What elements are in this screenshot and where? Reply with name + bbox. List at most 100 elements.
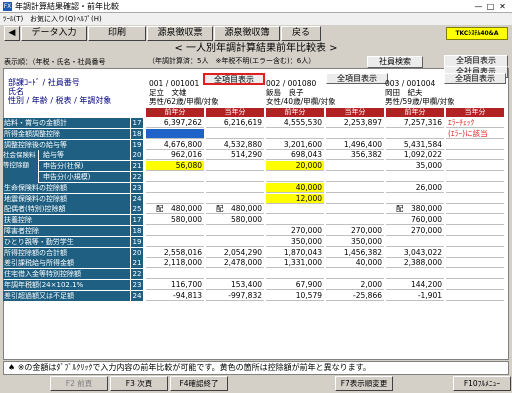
f2-prev-page-button[interactable]: F2 前頁: [50, 376, 108, 391]
table-cell[interactable]: [266, 215, 324, 226]
table-cell[interactable]: 35,000: [386, 161, 444, 172]
table-cell[interactable]: 2,000: [326, 280, 384, 290]
table-cell[interactable]: 4,676,800: [146, 140, 204, 150]
table-cell[interactable]: [326, 215, 384, 226]
employee-search-button[interactable]: 社員検索: [367, 56, 423, 68]
table-cell[interactable]: [326, 172, 384, 182]
row-label[interactable]: ひとり親等・勤労学生: [3, 236, 130, 247]
row-label[interactable]: 地震保険料の控除額: [3, 193, 130, 204]
table-cell[interactable]: [146, 269, 204, 280]
table-cell[interactable]: 56,080: [146, 161, 204, 172]
back-button[interactable]: 戻る: [281, 26, 321, 41]
row-label[interactable]: 生命保険料の控除額: [3, 182, 130, 193]
table-cell[interactable]: 698,043: [266, 150, 324, 161]
emp3-all-items-button[interactable]: 全項目表示: [444, 73, 506, 84]
emp1-all-items-button[interactable]: 全項目表示: [203, 73, 265, 85]
emp2-all-items-button[interactable]: 全項目表示: [326, 73, 388, 84]
menu-help[interactable]: ﾍﾙﾌﾟ(H): [77, 14, 102, 24]
table-cell[interactable]: [146, 237, 204, 247]
table-cell[interactable]: [266, 172, 324, 182]
menu-tools[interactable]: ﾂｰﾙ(T): [3, 14, 23, 24]
table-cell[interactable]: 350,000: [266, 237, 324, 247]
table-cell[interactable]: 67,900: [266, 280, 324, 290]
f10-full-menu-button[interactable]: F10ﾌﾙﾒﾆｭｰ: [453, 376, 511, 391]
table-cell[interactable]: 2,558,016: [146, 248, 204, 258]
table-cell[interactable]: 7,257,316: [386, 118, 444, 128]
table-cell[interactable]: 3,201,600: [266, 140, 324, 150]
table-cell[interactable]: [206, 183, 264, 193]
table-cell[interactable]: 4,532,880: [206, 140, 264, 150]
table-cell[interactable]: [206, 172, 264, 182]
table-cell[interactable]: [386, 194, 444, 204]
row-label[interactable]: 所得金額調整控除: [3, 128, 130, 139]
table-cell[interactable]: 40,000: [266, 182, 324, 193]
table-cell[interactable]: 350,000: [326, 237, 384, 247]
table-cell[interactable]: 270,000: [326, 226, 384, 236]
print-button[interactable]: 印刷: [88, 26, 146, 41]
table-cell[interactable]: [386, 129, 444, 139]
table-cell[interactable]: 1,870,043: [266, 248, 324, 258]
table-cell[interactable]: 配 480,000: [146, 204, 204, 215]
table-cell[interactable]: 1,456,382: [326, 248, 384, 258]
table-cell[interactable]: 10,579: [266, 291, 324, 301]
table-cell[interactable]: [326, 161, 384, 172]
row-label[interactable]: 扶養控除: [3, 215, 130, 226]
table-cell[interactable]: 2,388,000: [386, 258, 444, 269]
row-label[interactable]: 年調年税額(24×102.1%: [3, 280, 130, 290]
table-cell[interactable]: [266, 269, 324, 280]
table-cell[interactable]: [146, 226, 204, 236]
table-cell[interactable]: 1,496,400: [326, 140, 384, 150]
table-cell[interactable]: 40,000: [326, 258, 384, 269]
table-cell[interactable]: -1,901: [386, 291, 444, 301]
table-cell[interactable]: 6,216,619: [206, 118, 264, 128]
table-cell[interactable]: 153,400: [206, 280, 264, 290]
table-cell[interactable]: [386, 172, 444, 182]
minimize-button[interactable]: —: [473, 1, 484, 12]
table-cell[interactable]: [326, 269, 384, 280]
menu-favorites[interactable]: お気に入り(Q): [30, 14, 76, 24]
table-cell[interactable]: [206, 129, 264, 139]
table-cell[interactable]: 2,253,897: [326, 118, 384, 128]
table-cell[interactable]: 2,118,000: [146, 258, 204, 269]
table-cell[interactable]: [386, 269, 444, 280]
table-cell[interactable]: 6,397,262: [146, 118, 204, 128]
f3-next-page-button[interactable]: F3 次頁: [110, 376, 168, 391]
table-cell[interactable]: 4,555,530: [266, 118, 324, 128]
row-label[interactable]: 配偶者(特別)控除額: [3, 204, 130, 215]
table-cell[interactable]: 270,000: [386, 226, 444, 236]
table-cell[interactable]: [146, 194, 204, 204]
table-cell[interactable]: [206, 226, 264, 236]
table-cell[interactable]: 配 480,000: [206, 204, 264, 215]
table-cell[interactable]: 514,290: [206, 150, 264, 161]
table-cell[interactable]: -94,813: [146, 291, 204, 301]
row-label[interactable]: 障害者控除: [3, 226, 130, 236]
table-cell[interactable]: 2,054,290: [206, 248, 264, 258]
row-label[interactable]: 差引課税給与所得金額: [3, 258, 130, 269]
maximize-button[interactable]: □: [485, 1, 496, 12]
table-cell[interactable]: 962,016: [146, 150, 204, 161]
table-cell[interactable]: 356,382: [326, 150, 384, 161]
table-cell[interactable]: [146, 172, 204, 182]
arrow-left-icon[interactable]: ◀: [4, 26, 20, 41]
table-cell[interactable]: [266, 129, 324, 139]
table-cell[interactable]: 12,000: [266, 193, 324, 204]
table-cell[interactable]: [326, 204, 384, 215]
f7-sort-order-button[interactable]: F7表示順変更: [335, 376, 393, 391]
table-cell[interactable]: [326, 129, 384, 139]
table-cell[interactable]: 2,478,000: [206, 258, 264, 269]
table-cell[interactable]: 116,700: [146, 280, 204, 290]
table-cell[interactable]: 270,000: [266, 226, 324, 236]
table-cell[interactable]: 1,331,000: [266, 258, 324, 269]
table-cell[interactable]: 26,000: [386, 183, 444, 193]
row-label[interactable]: 給料・賞与の金額計: [3, 118, 130, 128]
table-cell[interactable]: 配 380,000: [386, 204, 444, 215]
table-cell[interactable]: 5,431,584: [386, 140, 444, 150]
source-receipt-button[interactable]: 源泉徴収票: [147, 26, 213, 41]
table-cell[interactable]: 760,000: [386, 215, 444, 226]
table-cell[interactable]: 3,043,022: [386, 248, 444, 258]
table-cell[interactable]: [146, 183, 204, 193]
table-cell[interactable]: 144,200: [386, 280, 444, 290]
row-label[interactable]: 所得控除額の合計額: [3, 247, 130, 258]
table-cell[interactable]: 1,092,022: [386, 150, 444, 161]
source-book-button[interactable]: 源泉徴収簿: [214, 26, 280, 41]
